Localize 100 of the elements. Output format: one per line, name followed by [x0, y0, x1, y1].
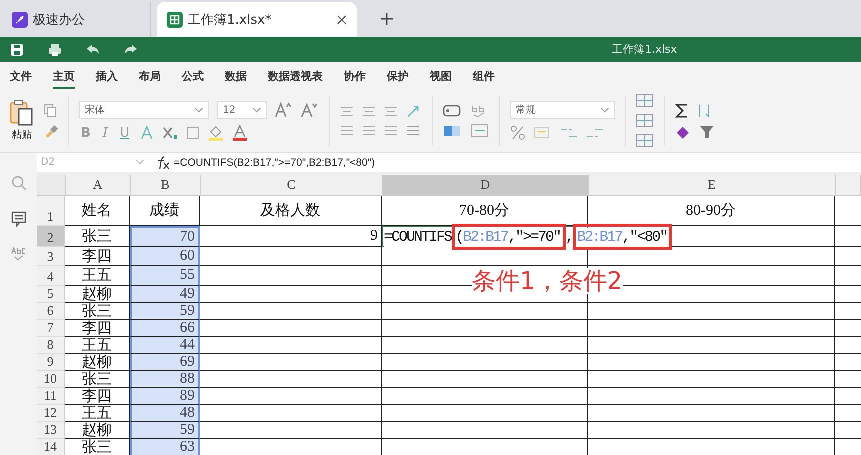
fill-color-icon[interactable]	[208, 125, 224, 141]
caret-icon	[253, 108, 261, 112]
paste-button[interactable]: 粘贴	[10, 100, 34, 142]
menu-tab[interactable]: 数据	[225, 64, 247, 88]
menu-tab[interactable]: 数据透视表	[268, 64, 323, 88]
plus-icon[interactable]	[381, 13, 393, 25]
cell-reference: B2:B17	[463, 229, 508, 246]
formula-text: ,">=70"	[508, 229, 561, 246]
row-header[interactable]: 8	[37, 337, 65, 354]
select-all-corner[interactable]	[37, 175, 66, 195]
column-header[interactable]: B	[131, 175, 201, 195]
table-icon[interactable]	[636, 134, 654, 148]
percent-icon[interactable]	[510, 125, 526, 141]
font-select[interactable]: 宋体	[79, 101, 209, 119]
menu-tab[interactable]: 公式	[182, 64, 204, 88]
close-icon[interactable]	[337, 14, 347, 24]
table-icon[interactable]	[636, 94, 654, 108]
row-header[interactable]: 9	[37, 354, 65, 371]
table-icon[interactable]	[636, 114, 654, 128]
brush-icon[interactable]	[44, 124, 58, 138]
caret-icon	[195, 108, 203, 112]
align-icon[interactable]	[340, 125, 354, 137]
wrap-icon[interactable]	[406, 125, 420, 137]
undo-icon[interactable]	[86, 42, 100, 56]
eraser-icon[interactable]	[675, 125, 691, 139]
row-header[interactable]: 7	[37, 320, 65, 337]
text-effect-icon[interactable]	[140, 126, 154, 140]
table-cell: 59	[130, 422, 200, 439]
formula-input[interactable]: =COUNTIFS(B2:B17,">=70",B2:B17,"<80")	[174, 156, 376, 168]
row-header[interactable]: 10	[37, 371, 65, 388]
align-icon[interactable]	[340, 106, 354, 118]
menu-tab[interactable]: 插入	[96, 64, 118, 88]
grow-font-icon[interactable]	[275, 102, 293, 118]
row-header[interactable]: 12	[37, 405, 65, 422]
filter-icon[interactable]	[699, 125, 715, 139]
row-header[interactable]: 2	[37, 226, 65, 247]
column-header[interactable]: A	[66, 175, 131, 195]
menu-tab[interactable]: 视图	[430, 64, 452, 88]
align-icon[interactable]	[362, 125, 376, 137]
row-header[interactable]: 3	[37, 247, 65, 266]
formula-text: =COUNTIFS	[384, 229, 452, 246]
table-cell: 59	[130, 303, 200, 320]
table-cell: 70-80分	[382, 196, 588, 226]
align-icon[interactable]	[362, 106, 376, 118]
table-cell: 及格人数	[200, 196, 382, 226]
search-icon[interactable]	[10, 175, 26, 191]
menu-tab[interactable]: 协作	[344, 64, 366, 88]
currency-icon[interactable]	[534, 126, 552, 140]
row-header[interactable]: 4	[37, 266, 65, 286]
caret-icon	[601, 108, 609, 112]
save-icon[interactable]	[10, 42, 24, 56]
cell-reference: B2:B17	[577, 229, 622, 246]
menu-tab[interactable]: 组件	[473, 64, 495, 88]
sum-icon[interactable]	[675, 103, 689, 119]
shrink-font-icon[interactable]	[301, 102, 319, 118]
align-icon[interactable]	[384, 106, 398, 118]
app-tab[interactable]: 工作簿1.xlsx*	[157, 2, 357, 37]
copy-icon[interactable]	[44, 104, 58, 118]
align-icon[interactable]	[384, 125, 398, 137]
font-color-icon[interactable]	[232, 125, 248, 141]
table-cell: 48	[130, 405, 200, 422]
table-cell: 44	[130, 337, 200, 354]
border-icon[interactable]	[186, 126, 200, 140]
table-cell: 姓名	[65, 196, 130, 226]
menu-tab[interactable]: 保护	[387, 64, 409, 88]
number-format-select[interactable]: 常规	[510, 101, 615, 119]
font-size-select[interactable]: 12	[217, 101, 267, 119]
redo-icon[interactable]	[124, 42, 138, 56]
row-header[interactable]: 13	[37, 422, 65, 439]
clear-format-icon[interactable]	[162, 126, 178, 140]
cell-style-icon[interactable]	[443, 124, 461, 138]
formula-text: ,"<80"	[622, 229, 668, 246]
table-cell: 89	[130, 388, 200, 405]
menu-tab[interactable]: 布局	[139, 64, 161, 88]
spreadsheet-icon	[167, 12, 183, 28]
window-title: 工作簿1.xlsx	[612, 42, 678, 57]
row-header[interactable]: 5	[37, 286, 65, 303]
row-header[interactable]: 1	[37, 196, 65, 226]
column-header[interactable]: E	[589, 175, 836, 195]
table-cell: 80-90分	[588, 196, 835, 226]
row-header[interactable]: 11	[37, 388, 65, 405]
table-cell: 55	[130, 266, 200, 286]
tag-icon[interactable]	[443, 104, 461, 118]
menu-tab[interactable]: 文件	[10, 64, 32, 88]
table-cell: 49	[130, 286, 200, 303]
merge-icon[interactable]	[471, 124, 489, 138]
table-cell: 69	[130, 354, 200, 371]
row-header[interactable]: 14	[37, 439, 65, 455]
print-icon[interactable]	[48, 42, 62, 56]
table-cell: 70	[130, 226, 200, 247]
spellcheck-icon[interactable]	[10, 247, 26, 261]
comment-icon[interactable]	[10, 211, 26, 227]
formula-text: (	[456, 229, 464, 246]
caret-icon	[136, 160, 144, 165]
table-cell: 88	[130, 371, 200, 388]
formula-text: ,	[566, 229, 574, 246]
column-header[interactable]: D	[383, 175, 589, 195]
table-cell: 9	[200, 226, 382, 247]
annotation-label: 条件1，条件2	[472, 268, 623, 294]
row-header[interactable]: 6	[37, 303, 65, 320]
